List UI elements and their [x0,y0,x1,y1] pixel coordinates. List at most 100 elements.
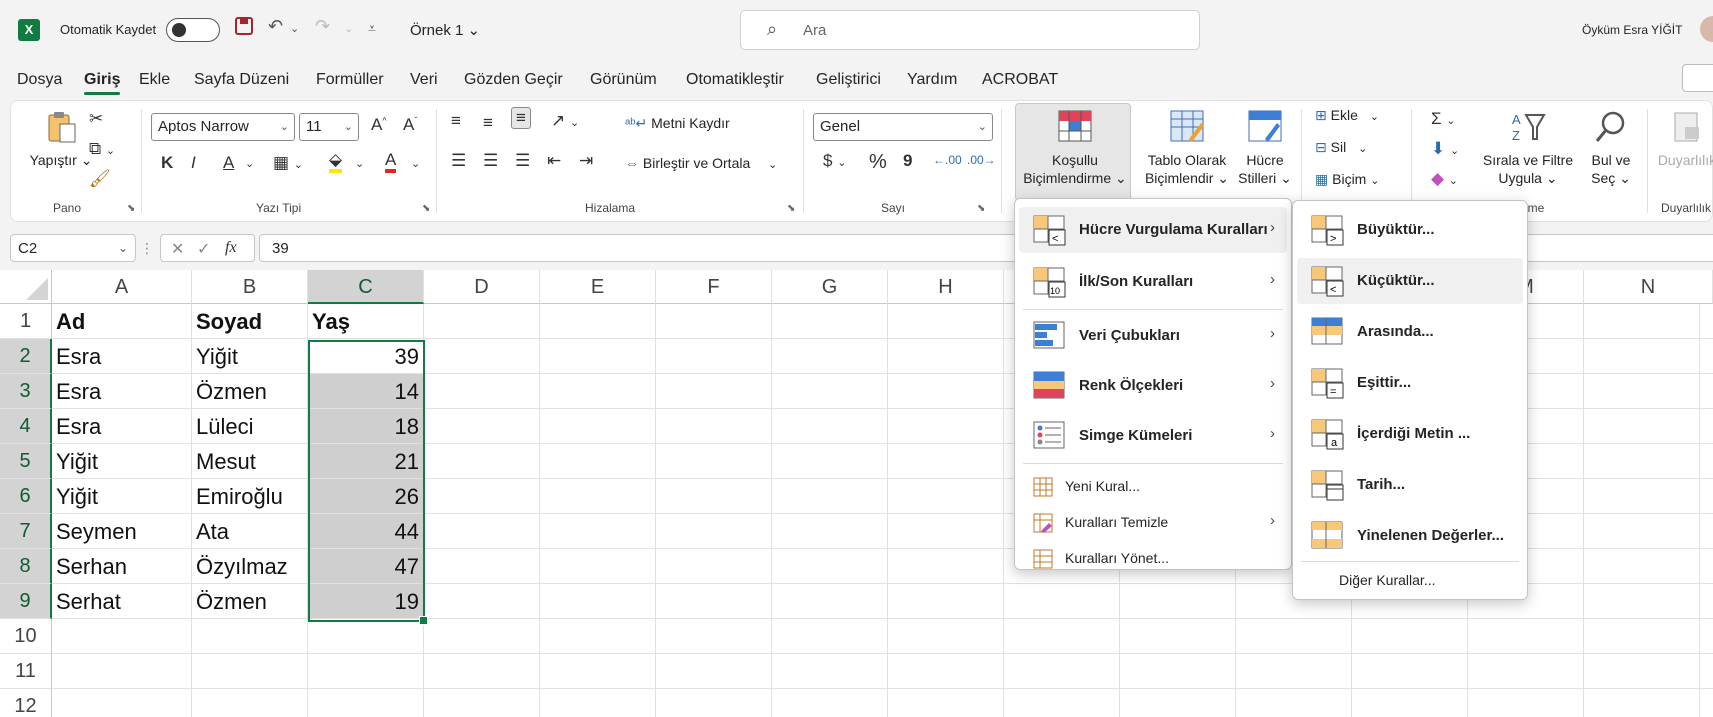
font-size-select[interactable]: 11 ⌄ [299,113,359,141]
sort-filter-button[interactable]: AZ Sırala ve Filtre Uygula ⌄ [1473,109,1583,187]
column-header-f[interactable]: F [656,270,772,304]
menu-item-data-bars[interactable]: Veri Çubukları › [1019,313,1287,359]
cell-a8[interactable]: Serhan [52,549,192,584]
column-header-n[interactable]: N [1584,270,1713,304]
clear-icon[interactable]: ◆ ⌄ [1431,169,1458,189]
column-header-d[interactable]: D [424,270,540,304]
cell-a2[interactable]: Esra [52,339,192,374]
alignment-launcher-icon[interactable]: ⬊ [787,203,795,214]
cell-b9[interactable]: Özmen [192,584,308,619]
user-name[interactable]: Öyküm Esra YİĞİT [1582,23,1682,37]
cell-styles-button[interactable]: Hücre Stilleri ⌄ [1233,109,1297,187]
orientation-icon[interactable]: ↗ ⌄ [551,111,579,131]
italic-button[interactable]: I [191,153,196,173]
merge-center-button[interactable]: ⇔ Birleştir ve Ortala ⌄ [625,155,777,171]
underline-dropdown-icon[interactable]: ⌄ [245,157,254,170]
cell-a9[interactable]: Serhat [52,584,192,619]
increase-font-icon[interactable]: A^ [371,115,387,135]
row-header-4[interactable]: 4 [0,409,52,444]
enter-icon[interactable]: ✓ [197,239,210,259]
avatar[interactable] [1700,16,1713,42]
comments-button[interactable] [1682,64,1713,92]
select-all-corner[interactable] [0,270,52,304]
row-header-11[interactable]: 11 [0,654,52,689]
row-header-9[interactable]: 9 [0,584,52,619]
menu-item-new-rule[interactable]: Yeni Kural... [1019,469,1287,503]
menu-item-duplicate-values[interactable]: Yinelenen Değerler... [1297,513,1523,559]
increase-indent-icon[interactable]: ⇥ [579,151,593,171]
cell-c8[interactable]: 47 [308,549,424,584]
font-color-icon[interactable]: A [385,151,397,173]
row-header-3[interactable]: 3 [0,374,52,409]
cell-b1[interactable]: Soyad [192,304,308,339]
cell-b6[interactable]: Emiroğlu [192,479,308,514]
decrease-indent-icon[interactable]: ⇤ [547,151,561,171]
cancel-icon[interactable]: ✕ [171,239,184,259]
menu-item-greater-than[interactable]: > Büyüktür... [1297,207,1523,253]
borders-icon[interactable]: ▦ ⌄ [273,153,303,173]
tab-gozden-gecir[interactable]: Gözden Geçir [464,71,563,89]
font-launcher-icon[interactable]: ⬊ [422,203,430,214]
copy-icon[interactable]: ⧉ ⌄ [89,139,115,159]
cell-c5[interactable]: 21 [308,444,424,479]
align-left-icon[interactable]: ☰ [451,151,466,171]
format-as-table-button[interactable]: Tablo Olarak Biçimlendir ⌄ [1135,109,1239,187]
tab-sayfa-duzeni[interactable]: Sayfa Düzeni [194,71,289,89]
redo-icon[interactable]: ↷ [315,16,330,37]
menu-item-highlight-rules[interactable]: < Hücre Vurgulama Kuralları › [1019,207,1287,253]
row-header-8[interactable]: 8 [0,549,52,584]
empty-cells-left[interactable] [52,619,424,717]
align-right-icon[interactable]: ☰ [515,151,530,171]
insert-cells-button[interactable]: ⊞ Ekle ⌄ [1315,107,1379,124]
cell-c7[interactable]: 44 [308,514,424,549]
save-icon[interactable] [234,16,254,41]
currency-button[interactable]: $ ⌄ [823,151,846,171]
tab-yardim[interactable]: Yardım [907,71,957,89]
increase-decimal-icon[interactable]: ←.00 [933,153,962,167]
cut-icon[interactable]: ✂ [89,109,103,129]
search-box[interactable]: ⌕ Ara [740,10,1200,50]
align-middle-icon[interactable]: ≡ [483,113,493,133]
name-box[interactable]: C2 ⌄ [10,234,136,262]
row-header-5[interactable]: 5 [0,444,52,479]
tab-giris[interactable]: Giriş [84,71,121,95]
row-header-6[interactable]: 6 [0,479,52,514]
underline-button[interactable]: A [223,153,234,173]
menu-item-equal-to[interactable]: = Eşittir... [1297,360,1523,406]
format-painter-icon[interactable]: 🖌 [89,169,111,189]
wrap-text-button[interactable]: ᵃᵇ↵ Metni Kaydır [625,115,730,132]
pano-launcher-icon[interactable]: ⬊ [127,203,135,214]
menu-item-between[interactable]: Arasında... [1297,309,1523,355]
number-launcher-icon[interactable]: ⬊ [977,203,985,214]
find-select-button[interactable]: Bul ve Seç ⌄ [1579,109,1643,187]
tab-acrobat[interactable]: ACROBAT [982,71,1058,89]
bold-button[interactable]: K [161,153,173,173]
cell-b5[interactable]: Mesut [192,444,308,479]
cell-b2[interactable]: Yiğit [192,339,308,374]
redo-dropdown-icon[interactable]: ⌄ [344,22,353,35]
insert-function-icon[interactable]: fx [225,239,237,257]
column-header-c[interactable]: C [308,270,424,304]
row-header-1[interactable]: 1 [0,304,52,339]
align-top-icon[interactable]: ≡ [451,111,461,131]
tab-ekle[interactable]: Ekle [139,71,170,89]
cell-c9[interactable]: 19 [308,584,424,619]
undo-dropdown-icon[interactable]: ⌄ [290,22,299,35]
cell-b7[interactable]: Ata [192,514,308,549]
cell-c2[interactable]: 39 [308,339,424,374]
menu-item-less-than[interactable]: < Küçüktür... [1297,258,1523,304]
row-header-7[interactable]: 7 [0,514,52,549]
column-header-e[interactable]: E [540,270,656,304]
cell-b4[interactable]: Lüleci [192,409,308,444]
tab-veri[interactable]: Veri [410,71,438,89]
menu-item-date-occurring[interactable]: Tarih... [1297,462,1523,508]
align-center-icon[interactable]: ☰ [483,151,498,171]
decrease-font-icon[interactable]: Aˇ [403,115,417,135]
comma-button[interactable]: 9 [903,151,912,171]
cell-c4[interactable]: 18 [308,409,424,444]
cell-a4[interactable]: Esra [52,409,192,444]
tab-formuller[interactable]: Formüller [316,71,384,89]
menu-item-icon-sets[interactable]: Simge Kümeleri › [1019,413,1287,459]
customize-qat-icon[interactable]: ⩡ [368,20,376,37]
tab-gorunum[interactable]: Görünüm [590,71,657,89]
